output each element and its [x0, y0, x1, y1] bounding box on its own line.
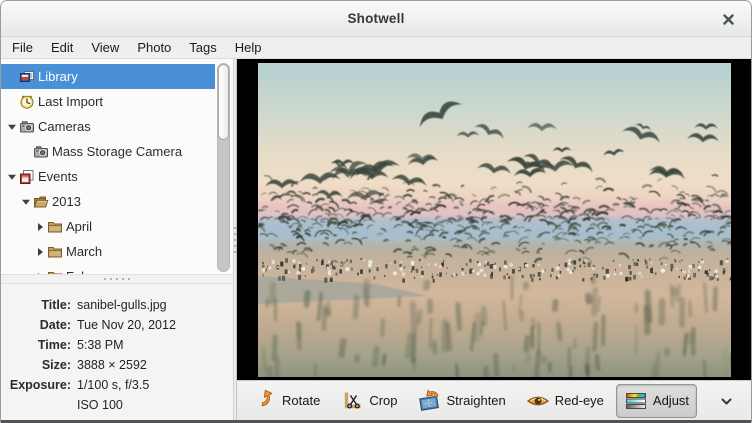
rotate-button[interactable]: Rotate [245, 384, 328, 418]
library-tree: Library Last Import Cameras Mass Storage Ca… [1, 59, 233, 274]
sidebar-item-label: Last Import [37, 94, 103, 109]
info-row: Exposure:1/100 s, f/3.5 [1, 375, 233, 395]
camera-icon [19, 119, 37, 135]
library-photos-icon [19, 69, 37, 85]
info-row: Title:sanibel-gulls.jpg [1, 295, 233, 315]
straighten-button[interactable]: Straighten [410, 384, 514, 418]
sidebar-item-cameras[interactable]: Cameras [1, 114, 215, 139]
sidebar-item-label: Mass Storage Camera [51, 144, 182, 159]
tool-button-label: Red-eye [555, 393, 604, 408]
sidebar-item-2013[interactable]: 2013 [1, 189, 215, 214]
info-label: Time: [1, 338, 71, 352]
photo-canvas[interactable] [258, 63, 731, 377]
info-row: Date:Tue Nov 20, 2012 [1, 315, 233, 335]
photo-viewport [237, 59, 751, 380]
menu-file[interactable]: File [3, 38, 42, 57]
tool-button-label: Crop [369, 393, 397, 408]
folder-icon [47, 269, 65, 275]
tool-button-label: Straighten [447, 393, 506, 408]
info-value: 5:38 PM [71, 338, 124, 352]
menu-help[interactable]: Help [226, 38, 271, 57]
chevron-down-icon[interactable] [717, 392, 735, 410]
info-value: 3888 × 2592 [71, 358, 147, 372]
info-label: Size: [1, 358, 71, 372]
rotate-icon [253, 389, 277, 413]
folder-icon [47, 244, 65, 260]
tree-scrollbar-thumb[interactable] [218, 64, 229, 140]
window-title: Shotwell [347, 11, 404, 26]
folder-icon [47, 219, 65, 235]
library-tree-panel: Library Last Import Cameras Mass Storage Ca… [1, 59, 233, 274]
expander-down-icon[interactable] [5, 122, 19, 132]
menu-photo[interactable]: Photo [128, 38, 180, 57]
tool-button-label: Rotate [282, 393, 320, 408]
menu-view[interactable]: View [82, 38, 128, 57]
straighten-icon [418, 389, 442, 413]
titlebar[interactable]: Shotwell [1, 1, 751, 37]
red-eye-icon [526, 389, 550, 413]
sidebar-item-label: 2013 [51, 194, 81, 209]
tree-scrollbar[interactable] [217, 63, 230, 272]
menubar: FileEditViewPhotoTagsHelp [1, 37, 751, 59]
menu-tags[interactable]: Tags [180, 38, 225, 57]
sidebar-item-library[interactable]: Library [1, 64, 215, 89]
crop-button[interactable]: Crop [332, 384, 405, 418]
sidebar-item-last-import[interactable]: Last Import [1, 89, 215, 114]
camera-icon [33, 144, 51, 160]
sidebar-item-label: March [65, 244, 102, 259]
editing-toolbar: Rotate Crop Straighten Red-eye Adjust [237, 380, 751, 420]
crop-icon [340, 389, 364, 413]
menu-edit[interactable]: Edit [42, 38, 82, 57]
info-value: ISO 100 [71, 398, 123, 412]
info-label: Title: [1, 298, 71, 312]
expander-down-icon[interactable] [5, 172, 19, 182]
expander-down-icon[interactable] [19, 197, 33, 207]
sidebar-horizontal-splitter[interactable] [1, 274, 233, 284]
sidebar-item-label: Events [37, 169, 78, 184]
info-label: Exposure: [1, 378, 71, 392]
info-row: Time:5:38 PM [1, 335, 233, 355]
main-content: Library Last Import Cameras Mass Storage Ca… [1, 59, 751, 420]
red-eye-button[interactable]: Red-eye [518, 384, 612, 418]
shotwell-window: Shotwell FileEditViewPhotoTagsHelp Libra… [0, 0, 752, 423]
sidebar-item-label: Library [37, 69, 78, 84]
sidebar-item-april[interactable]: April [1, 214, 215, 239]
expander-right-icon[interactable] [33, 247, 47, 257]
sidebar-item-events[interactable]: Events [1, 164, 215, 189]
events-icon [19, 169, 37, 185]
sidebar-item-label: Cameras [37, 119, 91, 134]
expander-right-icon[interactable] [33, 272, 47, 275]
adjust-icon [624, 389, 648, 413]
info-label: Date: [1, 318, 71, 332]
photo-info-panel: Title:sanibel-gulls.jpgDate:Tue Nov 20, … [1, 284, 233, 420]
sidebar-item-february[interactable]: February [1, 264, 215, 274]
adjust-button[interactable]: Adjust [616, 384, 697, 418]
sidebar-item-label: April [65, 219, 92, 234]
info-value: 1/100 s, f/3.5 [71, 378, 149, 392]
expander-right-icon[interactable] [33, 222, 47, 232]
tool-button-label: Adjust [653, 393, 689, 408]
info-value: Tue Nov 20, 2012 [71, 318, 176, 332]
sidebar-item-label: February [65, 269, 118, 274]
info-row: ISO 100 [1, 395, 233, 415]
sidebar: Library Last Import Cameras Mass Storage Ca… [1, 59, 233, 420]
folder-open-icon [33, 194, 51, 210]
info-value: sanibel-gulls.jpg [71, 298, 167, 312]
info-row: Size:3888 × 2592 [1, 355, 233, 375]
sidebar-item-march[interactable]: March [1, 239, 215, 264]
sidebar-item-mass-storage-camera[interactable]: Mass Storage Camera [1, 139, 215, 164]
clock-icon [19, 94, 37, 110]
close-icon[interactable] [717, 9, 739, 29]
photo-pane: Rotate Crop Straighten Red-eye Adjust [237, 59, 751, 420]
